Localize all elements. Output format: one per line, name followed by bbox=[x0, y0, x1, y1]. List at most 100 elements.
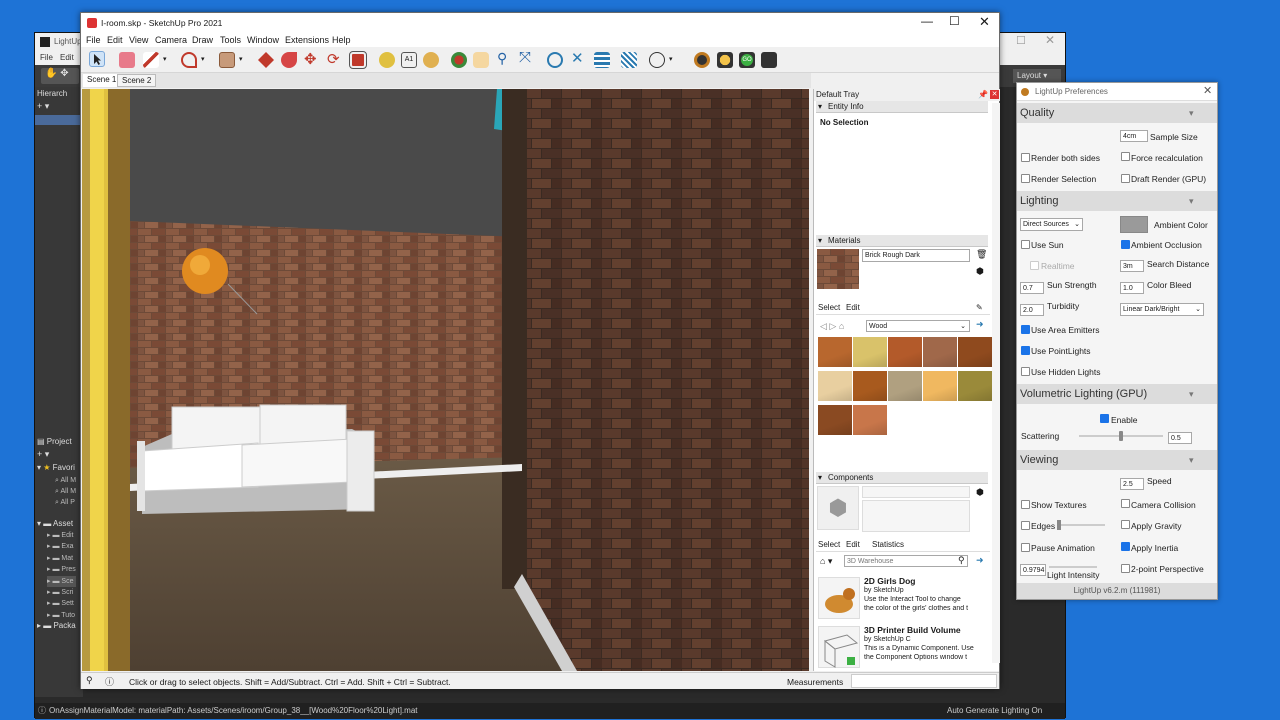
chevron-down-icon[interactable]: ▾ bbox=[669, 55, 673, 63]
menu-file[interactable]: File bbox=[86, 35, 101, 45]
scale-icon[interactable] bbox=[349, 51, 367, 69]
volumetric-section-header[interactable]: Volumetric Lighting (GPU) ▾ bbox=[1017, 384, 1217, 404]
show-textures-checkbox[interactable] bbox=[1021, 500, 1030, 509]
move-icon[interactable]: ✥ bbox=[304, 50, 317, 68]
measurements-input[interactable] bbox=[851, 674, 997, 688]
entity-info-header[interactable]: ▾ Entity Info bbox=[816, 101, 988, 113]
paint-icon[interactable] bbox=[423, 52, 439, 68]
material-name-field[interactable]: Brick Rough Dark bbox=[862, 249, 970, 262]
lightbulb-icon[interactable] bbox=[717, 52, 733, 68]
chevron-down-icon[interactable]: ▾ bbox=[163, 55, 167, 63]
asset-folder[interactable]: ▸ ▬ Exa bbox=[47, 541, 76, 552]
apply-inertia-checkbox[interactable] bbox=[1121, 542, 1130, 551]
ambient-color-swatch[interactable] bbox=[1120, 216, 1148, 233]
light-intensity-input[interactable]: 0.9794 bbox=[1020, 564, 1046, 576]
asset-folder[interactable]: ▸ ▬ Mat bbox=[47, 553, 76, 564]
back-icon[interactable]: ◁ ▷ ⌂ bbox=[820, 321, 844, 332]
component-create-icon[interactable]: ⬢ bbox=[976, 487, 984, 498]
realtime-checkbox[interactable] bbox=[1030, 261, 1039, 270]
layout-dropdown[interactable]: Layout ▾ bbox=[1013, 69, 1061, 83]
add-icon[interactable]: + ▾ bbox=[37, 101, 49, 112]
menu-extensions[interactable]: Extensions bbox=[285, 35, 329, 45]
viewport[interactable] bbox=[82, 89, 809, 671]
close-icon[interactable]: ✕ bbox=[979, 14, 990, 30]
material-swatch[interactable] bbox=[818, 405, 852, 435]
chevron-down-icon[interactable]: ▾ bbox=[239, 55, 243, 63]
component-search-input[interactable]: 3D Warehouse bbox=[844, 555, 968, 567]
direct-sources-select[interactable]: Direct Sources ⌄ bbox=[1020, 218, 1083, 231]
eyedropper-icon[interactable]: ✎ bbox=[976, 303, 983, 312]
pin-icon[interactable]: 📌 bbox=[978, 89, 988, 101]
geo-icon[interactable]: ⚲ bbox=[86, 675, 93, 686]
maximize-icon[interactable]: ☐ bbox=[949, 14, 960, 28]
scene-tab-1[interactable]: Scene 1 bbox=[83, 74, 121, 87]
render-both-sides-checkbox[interactable] bbox=[1021, 153, 1030, 162]
home-icon[interactable]: ⌂ ▾ bbox=[820, 556, 832, 567]
lighting-section-header[interactable]: Lighting ▾ bbox=[1017, 191, 1217, 211]
project-add-icon[interactable]: + ▾ bbox=[37, 449, 49, 460]
create-material-icon[interactable]: ⬢ bbox=[976, 266, 984, 277]
turbidity-input[interactable]: 2.0 bbox=[1020, 304, 1044, 316]
project-tab[interactable]: ▤ Project bbox=[37, 437, 72, 446]
pushpull-icon[interactable] bbox=[258, 52, 274, 68]
menu-draw[interactable]: Draw bbox=[192, 35, 213, 45]
use-hidden-lights-checkbox[interactable] bbox=[1021, 367, 1030, 376]
component-description-field[interactable] bbox=[862, 500, 970, 532]
account-icon[interactable] bbox=[649, 52, 665, 68]
unity-menu-file[interactable]: File bbox=[40, 53, 53, 62]
edges-checkbox[interactable] bbox=[1021, 521, 1030, 530]
followme-icon[interactable] bbox=[281, 52, 297, 68]
packages-item[interactable]: ▸ ▬ Packa bbox=[37, 621, 76, 630]
tape-icon[interactable] bbox=[379, 52, 395, 68]
edges-slider[interactable] bbox=[1057, 524, 1105, 526]
material-swatch[interactable] bbox=[923, 371, 957, 401]
menu-view[interactable]: View bbox=[129, 35, 148, 45]
tab-select[interactable]: Select bbox=[818, 303, 840, 312]
details-icon[interactable]: ➜ bbox=[976, 555, 984, 566]
material-swatch[interactable] bbox=[853, 337, 887, 367]
shape-icon[interactable] bbox=[219, 52, 235, 68]
speed-input[interactable]: 2.5 bbox=[1120, 478, 1144, 490]
select-icon[interactable] bbox=[89, 51, 105, 67]
scattering-slider-handle[interactable] bbox=[1119, 431, 1123, 441]
light-intensity-slider[interactable] bbox=[1049, 566, 1097, 568]
rotate-icon[interactable]: ⟳ bbox=[327, 50, 340, 68]
asset-folder[interactable]: ▸ ▬ Tuto bbox=[47, 610, 76, 621]
zoom-extents-icon[interactable]: ⤧ bbox=[519, 49, 531, 66]
favorites-item[interactable]: ▾ ★ Favori bbox=[37, 463, 75, 472]
chevron-down-icon[interactable]: ▾ bbox=[201, 55, 205, 63]
close-icon[interactable]: ✕ bbox=[1045, 33, 1055, 47]
delete-material-icon[interactable]: 🗑 bbox=[976, 249, 987, 260]
scattering-input[interactable]: 0.5 bbox=[1168, 432, 1192, 444]
ext-warehouse-icon[interactable]: ✕ bbox=[571, 49, 584, 67]
apply-gravity-checkbox[interactable] bbox=[1121, 520, 1130, 529]
orbit-icon[interactable] bbox=[451, 52, 467, 68]
material-swatch[interactable] bbox=[888, 371, 922, 401]
materials-header[interactable]: ▾ Materials bbox=[816, 235, 988, 247]
material-library-select[interactable]: Wood ⌄ bbox=[866, 320, 970, 332]
material-swatch[interactable] bbox=[888, 337, 922, 367]
sandbox-icon[interactable] bbox=[621, 52, 637, 68]
tonemap-select[interactable]: Linear Dark/Bright ⌄ bbox=[1120, 303, 1204, 316]
menu-window[interactable]: Window bbox=[247, 35, 279, 45]
draft-render-checkbox[interactable] bbox=[1121, 174, 1130, 183]
asset-folder[interactable]: ▸ ▬ Sce bbox=[47, 575, 76, 588]
eraser-icon[interactable] bbox=[119, 52, 135, 68]
lightup-icon[interactable] bbox=[694, 52, 710, 68]
material-swatch[interactable] bbox=[958, 371, 992, 401]
details-icon[interactable]: ➜ bbox=[976, 319, 984, 330]
maximize-icon[interactable]: ☐ bbox=[1016, 34, 1026, 47]
edges-slider-handle[interactable] bbox=[1057, 520, 1061, 530]
fav-item[interactable]: ⌕ All P bbox=[55, 497, 76, 508]
tab-edit[interactable]: Edit bbox=[846, 303, 860, 312]
search-distance-input[interactable]: 3m bbox=[1120, 260, 1144, 272]
render-selection-checkbox[interactable] bbox=[1021, 174, 1030, 183]
tab-statistics[interactable]: Statistics bbox=[872, 540, 904, 549]
search-icon[interactable]: ⚲ bbox=[958, 555, 965, 566]
viewing-section-header[interactable]: Viewing ▾ bbox=[1017, 450, 1217, 470]
component-name-field[interactable] bbox=[862, 486, 970, 498]
tray-close-icon[interactable]: ✕ bbox=[990, 90, 999, 99]
quality-section-header[interactable]: Quality ▾ bbox=[1017, 103, 1217, 123]
asset-folder[interactable]: ▸ ▬ Pres bbox=[47, 564, 76, 575]
asset-folder[interactable]: ▸ ▬ Scri bbox=[47, 587, 76, 598]
